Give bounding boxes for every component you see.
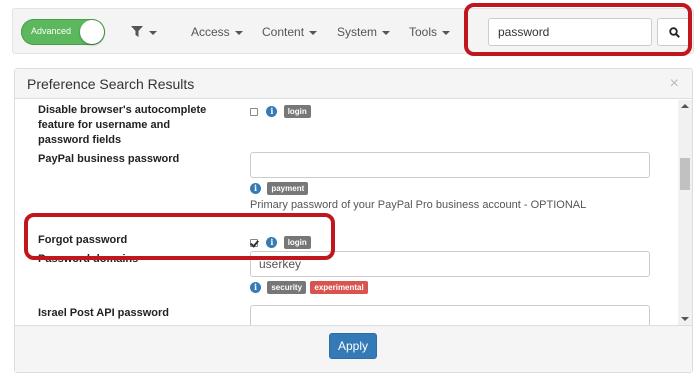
forgot-password-highlight-annotation [24,213,335,260]
filter-icon [131,26,143,37]
paypal-password-field[interactable] [250,152,650,178]
chevron-down-icon [234,30,243,35]
pref-control-disable-autocomplete: i login [250,104,311,119]
pref-label-israel-post-password: Israel Post API password [38,307,170,319]
results-scrollbar[interactable] [678,100,692,325]
scrollbar-thumb[interactable] [680,158,690,190]
chevron-down-icon [149,31,157,35]
nav-menu-label: Access [191,25,230,39]
advanced-mode-toggle[interactable]: Advanced [21,19,105,45]
pref-label-paypal-password: PayPal business password [38,153,180,165]
nav-menu-label: System [337,25,378,39]
tag-experimental[interactable]: experimental [310,281,368,295]
tag-login[interactable]: login [283,105,311,119]
israel-post-password-field[interactable] [250,305,650,325]
info-icon[interactable]: i [250,183,261,195]
chevron-down-icon [309,30,318,35]
close-icon[interactable]: × [670,75,679,93]
filter-dropdown[interactable] [131,24,165,42]
panel-footer: Apply [15,325,692,372]
nav-menu-system[interactable]: System [337,25,391,39]
panel-title: Preference Search Results [27,76,195,92]
nav-menu-label: Tools [409,25,438,39]
info-icon[interactable]: i [266,106,278,118]
chevron-down-icon [442,30,451,35]
chevron-down-icon [382,30,391,35]
paypal-password-help: Primary password of your PayPal Pro busi… [250,199,587,211]
toggle-label: Advanced [31,26,72,36]
panel-header: Preference Search Results × [15,69,692,99]
nav-menu-label: Content [262,25,305,39]
tag-security[interactable]: security [267,281,307,295]
pref-control-paypal-password: i payment [250,181,309,196]
scroll-up-arrow-icon[interactable] [681,104,689,108]
nav-menu-tools[interactable]: Tools [409,25,451,39]
info-icon[interactable]: i [250,282,261,294]
apply-button[interactable]: Apply [329,333,377,359]
search-highlight-annotation [464,3,692,56]
scroll-down-arrow-icon[interactable] [681,317,689,321]
pref-label-disable-autocomplete: Disable browser's autocomplete feature f… [38,104,207,146]
tag-payment[interactable]: payment [267,182,309,196]
nav-menu-access[interactable]: Access [191,25,243,39]
pref-control-password-domains: i security experimental [250,280,368,295]
pref-checkbox[interactable] [250,107,258,116]
nav-menu-content[interactable]: Content [262,25,318,39]
toggle-knob[interactable] [80,20,104,44]
